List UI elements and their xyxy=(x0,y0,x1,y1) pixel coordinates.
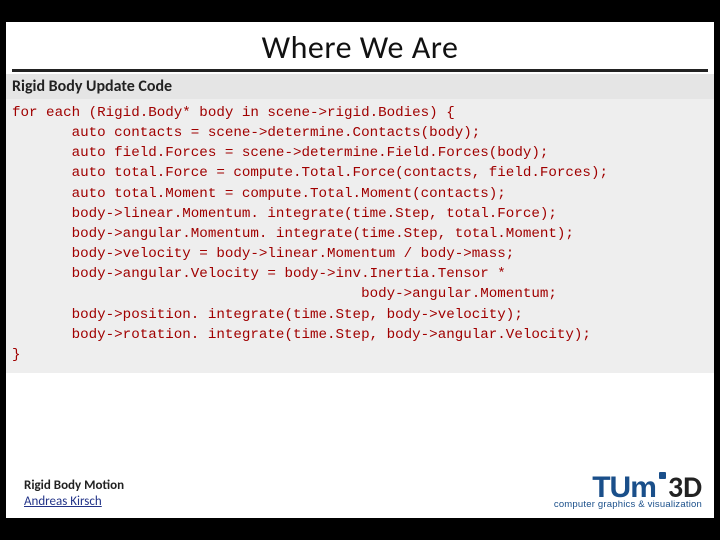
logo-row: TUm 3D xyxy=(554,472,702,501)
footer-left: Rigid Body Motion Andreas Kirsch xyxy=(24,478,124,511)
section-header: Rigid Body Update Code xyxy=(6,74,714,99)
code-listing: for each (Rigid.Body* body in scene->rig… xyxy=(6,99,714,373)
slide-footer: Rigid Body Motion Andreas Kirsch TUm 3D … xyxy=(24,472,702,510)
logo-3d-text: 3D xyxy=(668,474,702,501)
slide: Where We Are Rigid Body Update Code for … xyxy=(6,22,714,518)
logo-dot-icon xyxy=(659,472,666,479)
footer-right: TUm 3D computer graphics & visualization xyxy=(554,472,702,510)
title-container: Where We Are xyxy=(12,22,708,72)
footer-author: Andreas Kirsch xyxy=(24,494,124,510)
tum-logo-text: TUm xyxy=(592,474,656,501)
footer-topic: Rigid Body Motion xyxy=(24,478,124,494)
slide-title: Where We Are xyxy=(12,28,708,67)
